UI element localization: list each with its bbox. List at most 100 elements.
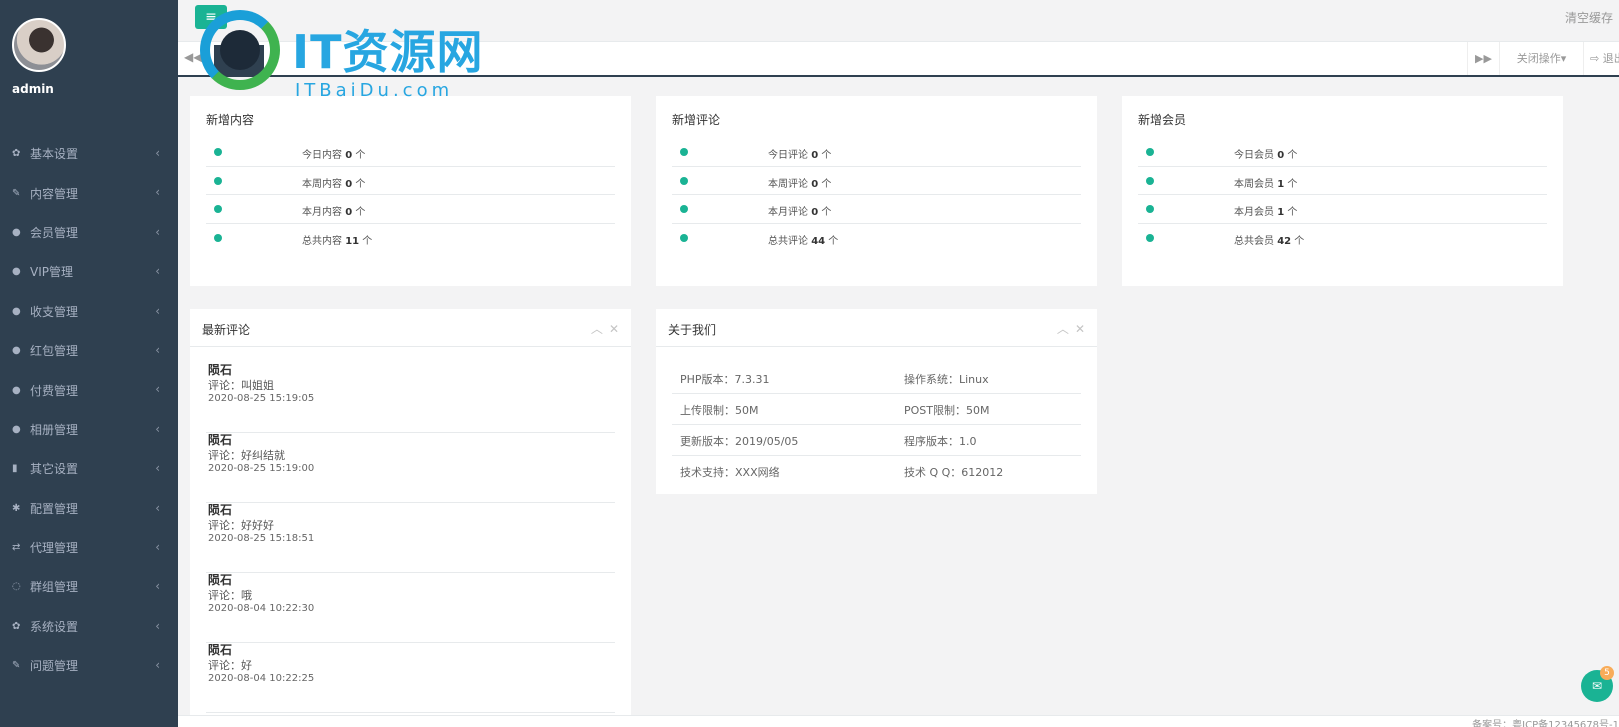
stat-label: 本月会员: [1234, 207, 1274, 218]
sidebar-item-10[interactable]: ⇄ 代理管理 ‹: [0, 528, 178, 567]
sidebar-item-5[interactable]: ● 红包管理 ‹: [0, 331, 178, 370]
comment-text: 评论：好纠结就: [208, 449, 285, 462]
username[interactable]: admin: [12, 82, 54, 96]
comment-icon: ◌: [12, 581, 21, 593]
stat-text: 本月会员 1 个: [1234, 203, 1297, 218]
stat-label: 本月评论: [768, 207, 808, 218]
chevron-left-icon: ‹: [155, 579, 160, 594]
sidebar-item-12[interactable]: ✿ 系统设置 ‹: [0, 607, 178, 646]
info-cell: PHP版本：7.3.31: [680, 373, 770, 386]
panel-tools: ︿ ✕: [585, 320, 619, 337]
stat-text: 今日内容 0 个: [302, 146, 365, 161]
status-dot-icon: [1146, 176, 1154, 185]
sidebar-item-1[interactable]: ✎ 内容管理 ‹: [0, 173, 178, 212]
stat-unit: 个: [355, 150, 366, 161]
tabs-scroll-right-icon[interactable]: ▶▶: [1467, 42, 1499, 75]
server-info-table: PHP版本：7.3.31 操作系统：Linux 上传限制：50M POST限制：50M…: [672, 363, 1081, 487]
card-title: 新增评论: [672, 113, 721, 127]
info-cell: 上传限制：50M: [680, 404, 759, 417]
card-title: 新增会员: [1138, 113, 1187, 127]
chevron-left-icon: ‹: [155, 539, 160, 554]
status-dot-icon: [680, 233, 688, 242]
stat-value: 44: [811, 235, 826, 247]
asterisk-icon: ✱: [12, 502, 21, 514]
info-cell: 程序版本：1.0: [904, 435, 977, 448]
clear-cache-button[interactable]: 清空缓存: [1565, 9, 1613, 26]
chevron-left-icon: ‹: [155, 618, 160, 633]
sidebar-item-2[interactable]: ● 会员管理 ‹: [0, 213, 178, 252]
info-cell: 技术支持：XXX网络: [680, 466, 780, 479]
stat-card-content: 新增内容 今日内容 0 个本周内容 0 个本月内容 0 个总共内容 11 个: [190, 96, 631, 286]
sidebar-item-9[interactable]: ✱ 配置管理 ‹: [0, 489, 178, 528]
logout-button[interactable]: ⇨ 退出: [1583, 42, 1619, 75]
comment-time: 2020-08-25 15:18:51: [208, 533, 315, 544]
tabs-scroll-left-icon[interactable]: ◀◀: [184, 50, 202, 64]
comment-item: 陨石 评论：叫姐姐 2020-08-25 15:19:05: [206, 361, 615, 433]
close-icon[interactable]: ✕: [1075, 322, 1085, 336]
sidebar-item-4[interactable]: ● 收支管理 ‹: [0, 292, 178, 331]
comment-time: 2020-08-04 10:22:25: [208, 673, 315, 684]
stat-text: 总共评论 44 个: [768, 232, 838, 247]
stat-text: 今日评论 0 个: [768, 146, 831, 161]
info-row: 技术支持：XXX网络 技术 Q Q：612012: [672, 456, 1081, 487]
sidebar-item-label: 代理管理: [30, 541, 79, 556]
user-icon: ●: [12, 345, 21, 357]
edit-icon: ✎: [12, 660, 21, 672]
sidebar-item-13[interactable]: ✎ 问题管理 ‹: [0, 646, 178, 685]
stat-label: 今日评论: [768, 150, 808, 161]
panel-header: 最新评论 ︿ ✕: [190, 309, 631, 347]
stat-value: 0: [345, 207, 353, 218]
sidebar-item-8[interactable]: ▮ 其它设置 ‹: [0, 449, 178, 488]
chevron-left-icon: ‹: [155, 185, 160, 200]
stat-value: 0: [345, 178, 353, 190]
status-dot-icon: [1146, 148, 1154, 156]
sidebar-item-0[interactable]: ✿ 基本设置 ‹: [0, 134, 178, 173]
collapse-icon[interactable]: ︿: [591, 322, 603, 336]
stat-list: 今日内容 0 个本周内容 0 个本月内容 0 个总共内容 11 个: [206, 138, 615, 252]
stat-label: 本月内容: [302, 207, 342, 218]
collapse-icon[interactable]: ︿: [1057, 322, 1069, 336]
tab-home[interactable]: 首页: [214, 45, 264, 75]
menu-toggle-button[interactable]: ≡: [195, 5, 227, 29]
panel-header: 关于我们 ︿ ✕: [656, 309, 1097, 347]
about-us-panel: 关于我们 ︿ ✕ PHP版本：7.3.31 操作系统：Linux 上传限制：50M PO…: [656, 309, 1097, 494]
stat-row: 本周会员 1 个: [1138, 167, 1547, 195]
stat-value: 0: [1277, 150, 1285, 161]
sidebar-item-label: VIP管理: [30, 265, 73, 280]
comment-text: 评论：叫姐姐: [208, 379, 274, 392]
sidebar-item-label: 会员管理: [30, 225, 79, 240]
close-icon[interactable]: ✕: [609, 322, 619, 336]
user-icon: ●: [12, 226, 21, 238]
sidebar-item-6[interactable]: ● 付费管理 ‹: [0, 370, 178, 409]
stat-label: 总共评论: [768, 235, 808, 247]
status-dot-icon: [1146, 205, 1154, 213]
sidebar-item-label: 内容管理: [30, 186, 79, 201]
sidebar-item-7[interactable]: ● 相册管理 ‹: [0, 410, 178, 449]
stat-text: 本周评论 0 个: [768, 175, 831, 190]
chevron-left-icon: ‹: [155, 303, 160, 318]
chevron-left-icon: ‹: [155, 342, 160, 357]
sidebar-item-label: 问题管理: [30, 659, 79, 674]
close-operations-dropdown[interactable]: 关闭操作▾: [1499, 42, 1583, 75]
stat-row: 总共评论 44 个: [672, 224, 1081, 253]
chevron-left-icon: ‹: [155, 658, 160, 673]
stat-text: 总共内容 11 个: [302, 232, 372, 247]
card-title: 新增内容: [206, 113, 255, 127]
chevron-left-icon: ‹: [155, 264, 160, 279]
stat-row: 总共会员 42 个: [1138, 224, 1547, 253]
sidebar-item-11[interactable]: ◌ 群组管理 ‹: [0, 567, 178, 606]
sidebar-item-label: 系统设置: [30, 619, 79, 634]
sidebar-item-3[interactable]: ● VIP管理 ‹: [0, 252, 178, 291]
stat-row: 今日内容 0 个: [206, 138, 615, 167]
stat-unit: 个: [362, 235, 373, 247]
sidebar-item-label: 收支管理: [30, 304, 79, 319]
stat-label: 今日会员: [1234, 150, 1274, 161]
stat-row: 总共内容 11 个: [206, 224, 615, 253]
stat-row: 本月评论 0 个: [672, 195, 1081, 224]
stat-text: 本周内容 0 个: [302, 175, 365, 190]
avatar[interactable]: [12, 18, 66, 72]
stat-row: 今日会员 0 个: [1138, 138, 1547, 167]
comment-author: 陨石: [208, 643, 233, 657]
status-dot-icon: [680, 205, 688, 213]
sidebar-item-label: 基本设置: [30, 147, 79, 162]
